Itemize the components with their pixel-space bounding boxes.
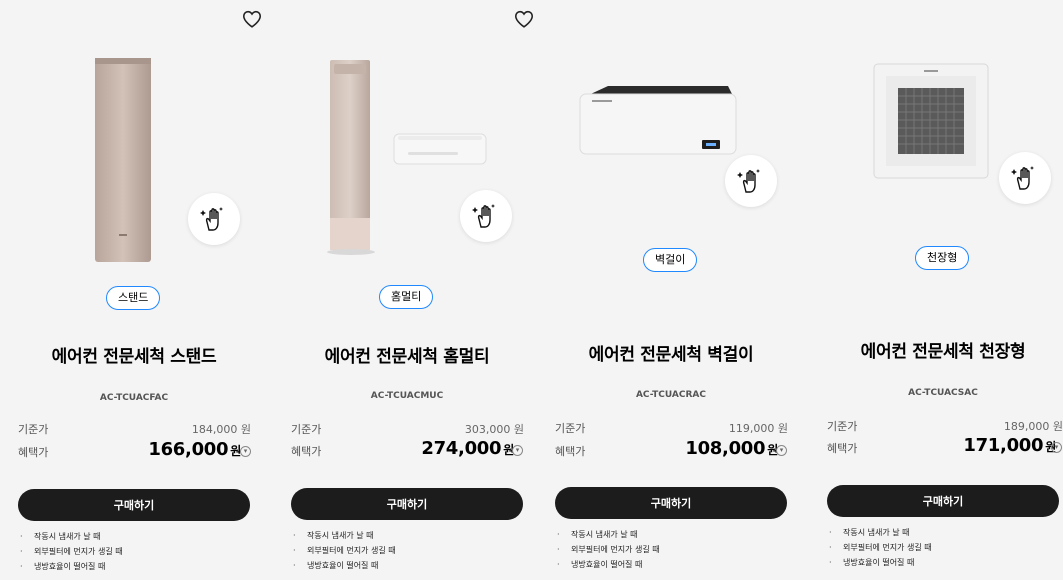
buy-button[interactable]: 구매하기 [555, 487, 787, 519]
buy-button[interactable]: 구매하기 [291, 488, 523, 520]
type-badge: 천장형 [915, 246, 970, 270]
model-code: AC-TCUACFAC [99, 393, 169, 403]
cleaning-hand-icon [725, 155, 777, 207]
benefit-price: 108,000 원 [685, 438, 778, 459]
notes-list: 작동시 냄새가 날 때 외부필터에 먼지가 생길 때 냉방효율이 떨어질 때 [291, 528, 396, 573]
list-item: 냉방효율이 떨어질 때 [827, 555, 932, 570]
regular-price-label: 기준가 [555, 422, 586, 435]
regular-price: 189,000 원 [1003, 420, 1063, 433]
buy-button[interactable]: 구매하기 [18, 489, 250, 521]
list-item: 냉방효율이 떨어질 때 [18, 559, 123, 574]
cleaning-hand-icon [999, 152, 1051, 204]
list-item: 작동시 냄새가 날 때 [18, 529, 123, 544]
product-title: 에어컨 전문세척 홈멀티 [324, 347, 490, 367]
notes-list: 작동시 냄새가 날 때 외부필터에 먼지가 생길 때 냉방효율이 떨어질 때 [827, 525, 932, 570]
heart-icon[interactable] [241, 8, 263, 30]
list-item: 냉방효율이 떨어질 때 [555, 557, 660, 572]
type-badge: 홈멀티 [379, 285, 434, 309]
buy-button[interactable]: 구매하기 [827, 485, 1059, 517]
benefit-price-label: 혜택가 [827, 442, 858, 455]
type-badge: 벽걸이 [643, 248, 698, 272]
product-image [579, 86, 737, 155]
chevron-down-icon[interactable]: ▾ [1051, 442, 1062, 453]
regular-price: 184,000 원 [191, 423, 251, 436]
chevron-down-icon[interactable]: ▾ [512, 445, 523, 456]
model-code: AC-TCUACSAC [908, 388, 978, 398]
regular-price-label: 기준가 [827, 420, 858, 433]
list-item: 작동시 냄새가 날 때 [555, 527, 660, 542]
product-image [95, 58, 151, 262]
benefit-price: 166,000 원 [148, 439, 241, 460]
product-title: 에어컨 전문세척 천장형 [860, 342, 1026, 362]
product-image [873, 63, 989, 179]
benefit-price-label: 혜택가 [18, 446, 49, 459]
regular-price-label: 기준가 [18, 423, 49, 436]
list-item: 작동시 냄새가 날 때 [291, 528, 396, 543]
list-item: 외부필터에 먼지가 생길 때 [291, 543, 396, 558]
product-title: 에어컨 전문세척 스탠드 [51, 347, 217, 367]
list-item: 냉방효율이 떨어질 때 [291, 558, 396, 573]
cleaning-hand-icon [460, 190, 512, 242]
benefit-price-label: 혜택가 [555, 445, 586, 458]
product-card-stand: 스탠드 에어컨 전문세척 스탠드 AC-TCUACFAC 기준가 184,000… [9, 0, 262, 580]
product-card-home-multi: 홈멀티 에어컨 전문세척 홈멀티 AC-TCUACMUC 기준가 303,000… [282, 0, 535, 580]
cleaning-hand-icon [188, 193, 240, 245]
chevron-down-icon[interactable]: ▾ [240, 446, 251, 457]
notes-list: 작동시 냄새가 날 때 외부필터에 먼지가 생길 때 냉방효율이 떨어질 때 [18, 529, 123, 574]
product-card-wall: 벽걸이 에어컨 전문세척 벽걸이 AC-TCUACRAC 기준가 119,000… [546, 0, 796, 580]
list-item: 외부필터에 먼지가 생길 때 [827, 540, 932, 555]
list-item: 외부필터에 먼지가 생길 때 [18, 544, 123, 559]
model-code: AC-TCUACRAC [635, 390, 707, 400]
list-item: 작동시 냄새가 날 때 [827, 525, 932, 540]
benefit-price: 274,000 원 [421, 438, 514, 459]
product-title: 에어컨 전문세척 벽걸이 [588, 345, 754, 365]
chevron-down-icon[interactable]: ▾ [776, 445, 787, 456]
list-item: 외부필터에 먼지가 생길 때 [555, 542, 660, 557]
benefit-price: 171,000 원 [963, 435, 1056, 456]
notes-list: 작동시 냄새가 날 때 외부필터에 먼지가 생길 때 냉방효율이 떨어질 때 [555, 527, 660, 572]
type-badge: 스탠드 [106, 286, 161, 310]
benefit-price-label: 혜택가 [291, 445, 322, 458]
heart-icon[interactable] [513, 8, 535, 30]
regular-price: 303,000 원 [464, 423, 524, 436]
model-code: AC-TCUACMUC [370, 391, 444, 401]
regular-price: 119,000 원 [728, 422, 788, 435]
product-card-ceiling: 천장형 에어컨 전문세척 천장형 AC-TCUACSAC 기준가 189,000… [818, 0, 1063, 580]
regular-price-label: 기준가 [291, 423, 322, 436]
